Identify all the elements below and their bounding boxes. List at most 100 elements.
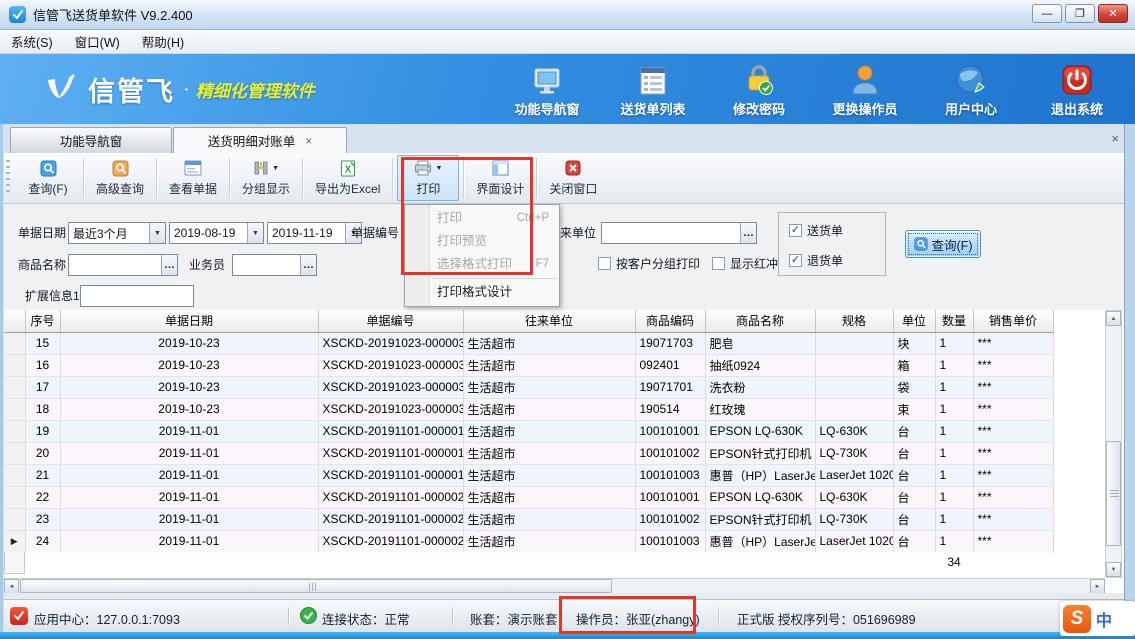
row-selector-cell[interactable] xyxy=(4,398,25,420)
menu-item-print-format-design[interactable]: 打印格式设计 xyxy=(405,281,559,304)
delivery-list-button[interactable]: 送货单列表 xyxy=(613,62,693,118)
col-seq[interactable]: 序号 xyxy=(25,310,60,332)
window-frame-left xyxy=(0,124,4,632)
close-window-button[interactable]: 关闭窗口 xyxy=(541,155,605,201)
salesman-input[interactable]: … xyxy=(232,254,317,276)
app-logo-icon xyxy=(9,6,26,23)
group-by-customer-checkbox[interactable]: ✓ 按客户分组打印 xyxy=(598,255,700,271)
table-row[interactable]: 15 2019-10-23 XSCKD-20191023-000003 生活超市… xyxy=(4,332,1053,354)
sogou-icon[interactable]: S xyxy=(1063,605,1091,633)
advanced-query-button[interactable]: 高级查询 xyxy=(88,155,152,201)
checkbox-checked-icon[interactable]: ✓ xyxy=(789,254,802,267)
checkbox-icon[interactable]: ✓ xyxy=(712,257,725,270)
table-row[interactable]: 19 2019-11-01 XSCKD-20191101-000001 生活超市… xyxy=(4,420,1053,442)
list-icon xyxy=(638,62,668,96)
menu-window[interactable]: 窗口(W) xyxy=(64,30,131,53)
horizontal-scrollbar[interactable]: ◄ ► xyxy=(4,578,1105,593)
row-selector-cell[interactable]: ▶ xyxy=(4,530,25,552)
delivery-checkbox[interactable]: ✓ 送货单 xyxy=(789,222,843,238)
scroll-right-icon[interactable]: ► xyxy=(1090,579,1105,594)
table-row[interactable]: 17 2019-10-23 XSCKD-20191023-000003 生活超市… xyxy=(4,376,1053,398)
chevron-down-icon[interactable]: ▼ xyxy=(247,223,263,243)
close-button[interactable]: ✕ xyxy=(1098,4,1128,23)
monitor-icon xyxy=(531,62,563,96)
date-range-combo[interactable]: 最近3个月 ▼ xyxy=(68,222,166,244)
row-selector-cell[interactable] xyxy=(4,442,25,464)
scroll-up-icon[interactable]: ▲ xyxy=(1106,311,1121,326)
ime-language-indicator[interactable]: 中 xyxy=(1096,607,1112,631)
change-password-button[interactable]: 修改密码 xyxy=(719,62,799,118)
row-selector-cell[interactable] xyxy=(4,332,25,354)
close-red-icon xyxy=(565,160,581,176)
table-row[interactable]: 22 2019-11-01 XSCKD-20191101-000002 生活超市… xyxy=(4,486,1053,508)
row-selector-cell[interactable] xyxy=(4,464,25,486)
vertical-scroll-thumb[interactable] xyxy=(1106,441,1121,546)
tab-nav-window[interactable]: 功能导航窗 xyxy=(10,127,172,153)
horizontal-scroll-thumb[interactable] xyxy=(20,579,612,593)
lookup-ellipsis-icon[interactable]: … xyxy=(161,255,177,275)
table-row[interactable]: 16 2019-10-23 XSCKD-20191023-000003 生活超市… xyxy=(4,354,1053,376)
table-row[interactable]: 18 2019-10-23 XSCKD-20191023-000003 生活超市… xyxy=(4,398,1053,420)
table-row[interactable]: 23 2019-11-01 XSCKD-20191101-000002 生活超市… xyxy=(4,508,1053,530)
return-checkbox[interactable]: ✓ 退货单 xyxy=(789,252,843,268)
date-to-combo[interactable]: 2019-11-19 ▼ xyxy=(267,222,362,244)
view-bill-button[interactable]: 查看单据 xyxy=(161,155,225,201)
scroll-left-icon[interactable]: ◄ xyxy=(4,579,19,594)
table-row[interactable]: 21 2019-11-01 XSCKD-20191101-000001 生活超市… xyxy=(4,464,1053,486)
row-selector-cell[interactable] xyxy=(4,354,25,376)
user-center-button[interactable]: 用户中心 xyxy=(931,62,1011,118)
tab-close-icon[interactable]: × xyxy=(305,134,312,148)
table-row[interactable]: 20 2019-11-01 XSCKD-20191101-000001 生活超市… xyxy=(4,442,1053,464)
chevron-down-icon[interactable]: ▼ xyxy=(149,223,165,243)
group-display-button[interactable]: ▼ 分组显示 xyxy=(234,155,298,201)
product-input[interactable]: … xyxy=(68,254,178,276)
app-logo-red-icon xyxy=(10,607,28,625)
dropdown-arrow-icon[interactable]: ▼ xyxy=(272,165,279,172)
col-qty[interactable]: 数量 xyxy=(935,310,973,332)
query-button[interactable]: 查询(F) xyxy=(17,155,79,201)
row-selector-cell[interactable] xyxy=(4,420,25,442)
lookup-ellipsis-icon[interactable]: … xyxy=(300,255,316,275)
checkbox-icon[interactable]: ✓ xyxy=(598,257,611,270)
date-from-combo[interactable]: 2019-08-19 ▼ xyxy=(169,222,264,244)
row-selector-cell[interactable] xyxy=(4,508,25,530)
col-product-name[interactable]: 商品名称 xyxy=(705,310,815,332)
brand-swoosh-icon xyxy=(42,72,78,106)
window-title: 信管飞送货单软件 V9.2.400 xyxy=(33,5,193,24)
col-bill-date[interactable]: 单据日期 xyxy=(60,310,318,332)
query-submit-button[interactable]: 查询(F) xyxy=(905,230,981,258)
exit-system-button[interactable]: 退出系统 xyxy=(1037,62,1117,118)
nav-window-button[interactable]: 功能导航窗 xyxy=(507,62,587,118)
globe-icon xyxy=(955,62,987,96)
export-excel-button[interactable]: X 导出为Excel xyxy=(307,155,388,201)
table-row[interactable]: ▶ 24 2019-11-01 XSCKD-20191101-000002 生活… xyxy=(4,530,1053,552)
bill-date-label: 单据日期 xyxy=(18,222,66,244)
toolbar: 查询(F) 高级查询 查看单据 ▼ 分组显示 X 导出为Excel ▼ 打印 xyxy=(0,153,1135,204)
menu-system[interactable]: 系统(S) xyxy=(0,30,64,53)
show-red-checkbox[interactable]: ✓ 显示红冲 xyxy=(712,255,778,271)
col-customer[interactable]: 往来单位 xyxy=(463,310,635,332)
customer-input[interactable]: … xyxy=(601,222,757,244)
col-price[interactable]: 销售单价 xyxy=(973,310,1053,332)
banner-actions: 功能导航窗 送货单列表 修改密码 更换操作员 xyxy=(507,62,1117,118)
excel-icon: X xyxy=(340,160,356,177)
col-bill-no[interactable]: 单据编号 xyxy=(318,310,463,332)
tab-delivery-detail[interactable]: 送货明细对账单 × xyxy=(173,127,347,153)
scroll-down-icon[interactable]: ▼ xyxy=(1106,562,1121,577)
col-unit[interactable]: 单位 xyxy=(893,310,935,332)
vertical-scrollbar[interactable]: ▲ ▼ xyxy=(1105,310,1122,578)
col-product-code[interactable]: 商品编码 xyxy=(635,310,705,332)
switch-operator-button[interactable]: 更换操作员 xyxy=(825,62,905,118)
minimize-button[interactable]: — xyxy=(1032,4,1062,23)
salesman-label: 业务员 xyxy=(189,254,225,276)
restore-button[interactable]: ❐ xyxy=(1065,4,1095,23)
row-selector-cell[interactable] xyxy=(4,376,25,398)
ime-bar[interactable]: S 中 xyxy=(1060,601,1135,636)
row-selector-cell[interactable] xyxy=(4,486,25,508)
col-spec[interactable]: 规格 xyxy=(815,310,893,332)
checkbox-checked-icon[interactable]: ✓ xyxy=(789,224,802,237)
ext-info-input[interactable] xyxy=(80,285,194,307)
menu-help[interactable]: 帮助(H) xyxy=(131,30,195,53)
tabstrip-close-icon[interactable]: × xyxy=(1111,131,1119,146)
lookup-ellipsis-icon[interactable]: … xyxy=(740,223,756,243)
